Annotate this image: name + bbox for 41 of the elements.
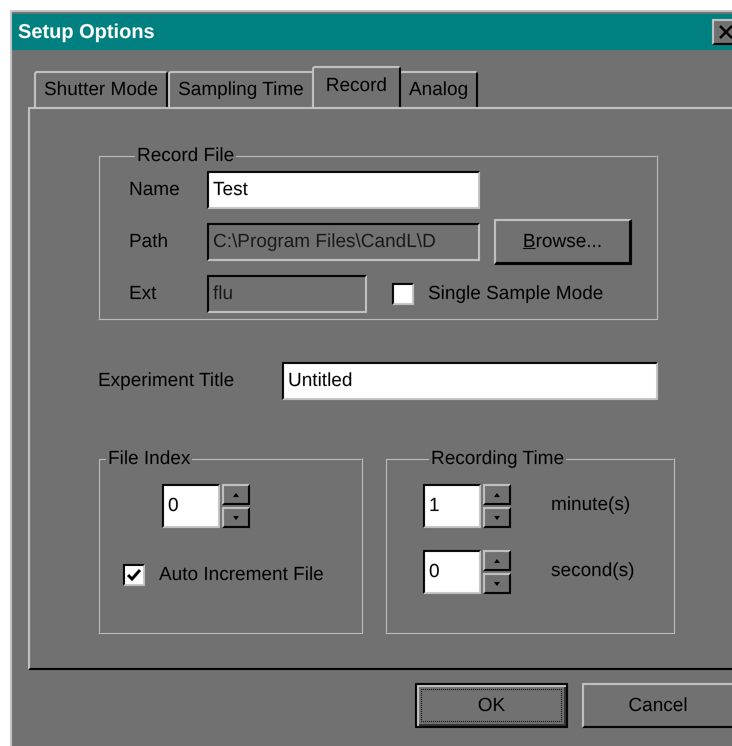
tab[interactable]: Sampling Time bbox=[168, 71, 314, 107]
tab[interactable]: Analog bbox=[399, 71, 478, 107]
input-field[interactable]: Test bbox=[207, 171, 480, 209]
spin-down-button[interactable] bbox=[483, 507, 511, 528]
checkbox-label: Single Sample Mode bbox=[428, 283, 604, 305]
spin-field[interactable]: 1 bbox=[423, 484, 481, 528]
field-label: Path bbox=[129, 231, 170, 253]
checkbox[interactable] bbox=[392, 283, 414, 305]
window-title: Setup Options bbox=[18, 20, 155, 44]
group-title: Record File bbox=[136, 145, 236, 167]
unit-label: second(s) bbox=[551, 560, 634, 582]
spin-up-button[interactable] bbox=[222, 484, 250, 505]
input-field[interactable]: Untitled bbox=[282, 362, 658, 400]
dialog-button[interactable]: OK bbox=[415, 683, 568, 728]
tab[interactable]: Shutter Mode bbox=[34, 71, 168, 107]
checkbox-label: Auto Increment File bbox=[159, 564, 324, 586]
spin-down-button[interactable] bbox=[222, 507, 250, 528]
dialog-button[interactable]: Cancel bbox=[582, 683, 732, 728]
tab[interactable]: Record bbox=[312, 66, 401, 107]
up-arrow-icon bbox=[233, 492, 239, 496]
up-arrow-icon bbox=[494, 492, 500, 496]
checkbox[interactable] bbox=[123, 564, 145, 586]
field-label: Ext bbox=[129, 283, 158, 305]
checkmark-icon bbox=[127, 569, 141, 581]
spin-up-button[interactable] bbox=[483, 550, 511, 571]
group-title: File Index bbox=[107, 448, 192, 470]
close-button[interactable] bbox=[712, 19, 732, 45]
spin-up-button[interactable] bbox=[483, 484, 511, 505]
browse-button[interactable]: Browse... bbox=[494, 219, 632, 265]
spin-field[interactable]: 0 bbox=[423, 550, 481, 594]
unit-label: minute(s) bbox=[551, 494, 630, 516]
down-arrow-icon bbox=[494, 582, 500, 586]
close-icon bbox=[719, 25, 732, 39]
field-label: Name bbox=[129, 179, 181, 201]
group-title: Recording Time bbox=[430, 448, 566, 470]
spin-down-button[interactable] bbox=[483, 573, 511, 594]
spin-field[interactable]: 0 bbox=[162, 484, 220, 528]
down-arrow-icon bbox=[494, 516, 500, 520]
field-label: Experiment Title bbox=[98, 370, 236, 392]
down-arrow-icon bbox=[233, 516, 239, 520]
up-arrow-icon bbox=[494, 558, 500, 562]
